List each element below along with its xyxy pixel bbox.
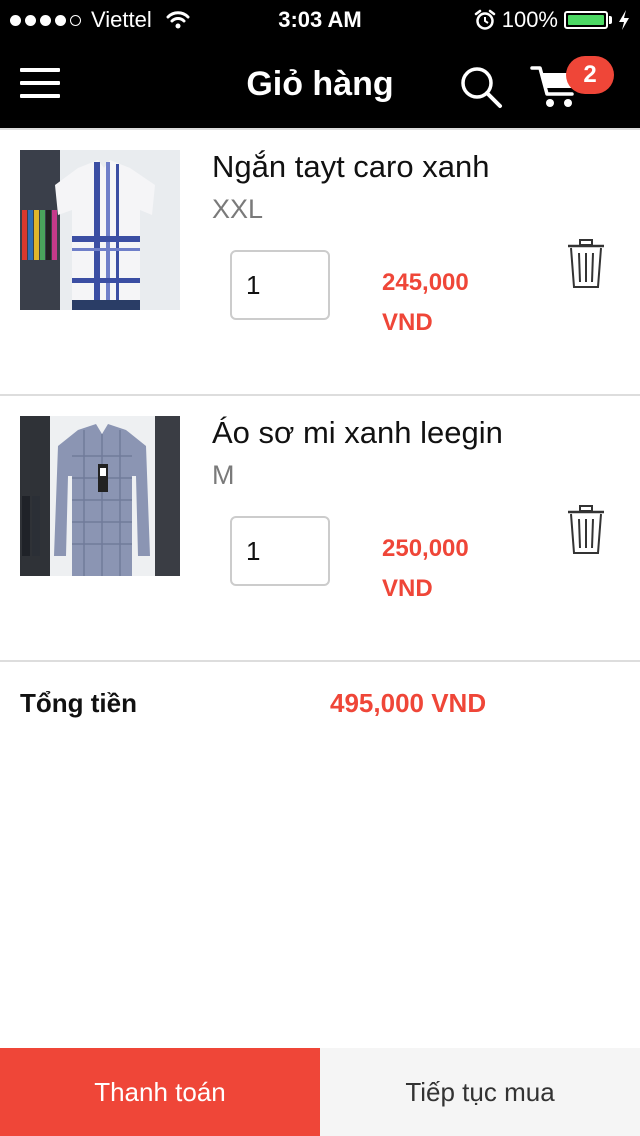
- product-size: M: [212, 460, 235, 490]
- total-label: Tổng tiền: [20, 688, 137, 718]
- cart-item: Ngắn tayt caro xanh XXL 1 245,000 VND: [0, 128, 640, 394]
- battery-body: [564, 11, 608, 29]
- battery-fill: [568, 15, 604, 25]
- status-bar: Viettel 3:03 AM 100%: [0, 0, 640, 40]
- battery-icon: [564, 11, 612, 29]
- battery-tip: [609, 16, 612, 24]
- checkout-button[interactable]: Thanh toán: [0, 1048, 320, 1136]
- trash-icon[interactable]: [566, 504, 606, 556]
- quantity-input[interactable]: 1: [230, 516, 330, 586]
- product-image[interactable]: [20, 150, 180, 310]
- continue-shopping-button[interactable]: Tiếp tục mua: [320, 1048, 640, 1136]
- product-name[interactable]: Ngắn tayt caro xanh: [212, 148, 489, 186]
- status-right: 100%: [474, 8, 630, 32]
- cart-item: Áo sơ mi xanh leegin M 1 250,000 VND: [0, 394, 640, 660]
- cart-count-badge: 2: [566, 56, 614, 94]
- trash-icon[interactable]: [566, 238, 606, 290]
- cart-screen: Viettel 3:03 AM 100% Giỏ hàng 2 Ngắn tay…: [0, 0, 640, 1136]
- item-currency: VND: [382, 575, 433, 602]
- search-icon[interactable]: [458, 64, 504, 110]
- alarm-icon: [474, 9, 496, 31]
- total-value: 495,000 VND: [330, 688, 487, 718]
- nav-bar: Giỏ hàng 2: [0, 40, 640, 128]
- quantity-input[interactable]: 1: [230, 250, 330, 320]
- item-price: 245,000: [382, 269, 469, 296]
- item-price: 250,000: [382, 535, 469, 562]
- product-size: XXL: [212, 194, 264, 224]
- item-currency: VND: [382, 309, 433, 336]
- product-name[interactable]: Áo sơ mi xanh leegin: [212, 414, 503, 452]
- battery-percent: 100%: [501, 7, 558, 32]
- total-row: Tổng tiền 495,000 VND: [0, 660, 640, 740]
- product-image[interactable]: [20, 416, 180, 576]
- charging-bolt-icon: [618, 9, 630, 31]
